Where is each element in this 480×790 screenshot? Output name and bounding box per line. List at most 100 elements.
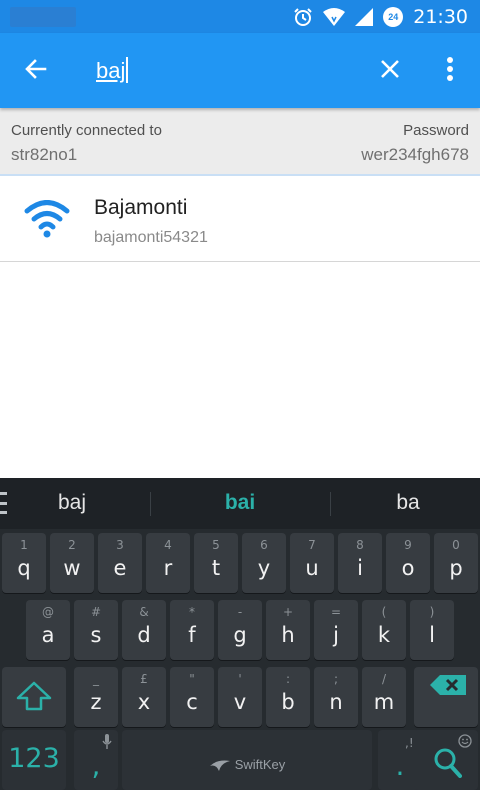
suggestion-right[interactable]: ba [368, 491, 448, 515]
key-label: o [401, 556, 415, 580]
key-k[interactable]: (k [362, 600, 406, 660]
key-l[interactable]: ) l [410, 600, 454, 660]
space-key[interactable]: SwiftKey [122, 730, 372, 790]
key-p[interactable]: 0p [434, 533, 478, 593]
key-b[interactable]: :b [266, 667, 310, 727]
wifi-signal-icon [323, 7, 346, 26]
status-icons: 24 21:30 [293, 0, 468, 33]
swiftkey-label: SwiftKey [234, 757, 286, 772]
search-value: baj [96, 58, 126, 83]
key-label: y [257, 556, 271, 580]
alarm-icon [293, 7, 313, 27]
key-label: j [333, 623, 339, 647]
key-o[interactable]: 9o [386, 533, 430, 593]
network-name: Bajamonti [94, 196, 188, 219]
key-i[interactable]: 8i [338, 533, 382, 593]
key-label: r [163, 556, 173, 580]
key-label: d [137, 623, 151, 647]
key-label: m [373, 690, 395, 714]
key-label: 123 [8, 743, 60, 774]
key-j[interactable]: = j [314, 600, 358, 660]
shift-key[interactable] [2, 667, 66, 727]
mic-icon [102, 734, 112, 755]
arrow-back-icon [24, 57, 48, 86]
search-key[interactable] [414, 730, 478, 790]
key-n[interactable]: ; n [314, 667, 358, 727]
numbers-key[interactable]: 123 [2, 730, 66, 790]
key-hint: 8 [356, 538, 364, 552]
swiftkey-logo: SwiftKey [122, 757, 372, 772]
more-options-button[interactable] [430, 51, 470, 91]
key-label: f [188, 623, 196, 647]
key-hint: # [90, 605, 102, 619]
key-label: z [90, 690, 102, 714]
suggestion-left[interactable]: baj [32, 491, 112, 515]
key-label: b [281, 690, 295, 714]
key-hint: ; [333, 672, 339, 686]
key-r[interactable]: 4r [146, 533, 190, 593]
key-label: n [329, 690, 343, 714]
key-hint: @ [42, 605, 54, 619]
backspace-icon [428, 673, 468, 702]
key-d[interactable]: & d [122, 600, 166, 660]
key-label: a [41, 623, 55, 647]
back-button[interactable] [16, 51, 56, 91]
keyboard: baj bai ba 1 q 2 w 3 e 4 r 5 t 6 y 7 u 8 i 9 o 0 p @ a # s & d * f -… [0, 478, 480, 790]
key-hint: = [330, 605, 342, 619]
key-label: v [233, 690, 247, 714]
key-h[interactable]: + h [266, 600, 310, 660]
key-label: e [113, 556, 127, 580]
key-f[interactable]: * f [170, 600, 214, 660]
key-label: p [449, 556, 463, 580]
key-m[interactable]: / m [362, 667, 406, 727]
key-hint: ' [238, 672, 242, 686]
key-x[interactable]: £ x [122, 667, 166, 727]
key-v[interactable]: ' v [218, 667, 262, 727]
key-label: x [137, 690, 151, 714]
key-e[interactable]: 3e [98, 533, 142, 593]
menu-icon[interactable] [0, 492, 8, 514]
key-t[interactable]: 5t [194, 533, 238, 593]
key-label: u [305, 556, 319, 580]
key-g[interactable]: -g [218, 600, 262, 660]
key-z[interactable]: _ z [74, 667, 118, 727]
key-hint: & [139, 605, 149, 619]
text-caret [126, 57, 129, 83]
key-hint: 2 [68, 538, 76, 552]
clear-search-button[interactable] [370, 51, 410, 91]
key-u[interactable]: 7u [290, 533, 334, 593]
key-s[interactable]: # s [74, 600, 118, 660]
key-label: i [357, 556, 363, 580]
key-hint: 6 [260, 538, 268, 552]
network-password: bajamonti54321 [94, 229, 208, 246]
key-label: q [17, 556, 31, 580]
key-hint: 0 [452, 538, 460, 552]
key-c[interactable]: " c [170, 667, 214, 727]
key-w[interactable]: 2w [50, 533, 94, 593]
wifi-icon [24, 200, 70, 243]
status-time: 21:30 [413, 5, 468, 28]
password-value: wer234fgh678 [361, 145, 469, 164]
close-icon [380, 59, 400, 84]
key-q[interactable]: 1q [2, 533, 46, 593]
key-label: l [429, 623, 435, 647]
key-hint: ) [429, 605, 435, 619]
suggestion-divider [150, 492, 151, 516]
key-hint: 9 [404, 538, 412, 552]
key-hint: 4 [164, 538, 172, 552]
search-input[interactable]: baj [96, 57, 129, 84]
key-a[interactable]: @ a [26, 600, 70, 660]
key-y[interactable]: 6y [242, 533, 286, 593]
shift-icon [16, 681, 52, 716]
comma-key[interactable]: , [74, 730, 118, 790]
more-vert-icon [446, 56, 454, 86]
key-label: w [63, 556, 81, 580]
suggestion-center[interactable]: bai [200, 491, 280, 515]
key-label: t [211, 556, 221, 580]
key-hint: 7 [308, 538, 316, 552]
network-list-item[interactable]: Bajamonti bajamonti54321 [0, 178, 480, 262]
key-hint: £ [140, 672, 148, 686]
key-hint: ( [381, 605, 387, 619]
backspace-key[interactable] [414, 667, 478, 727]
connected-ssid: str82no1 [11, 145, 78, 164]
